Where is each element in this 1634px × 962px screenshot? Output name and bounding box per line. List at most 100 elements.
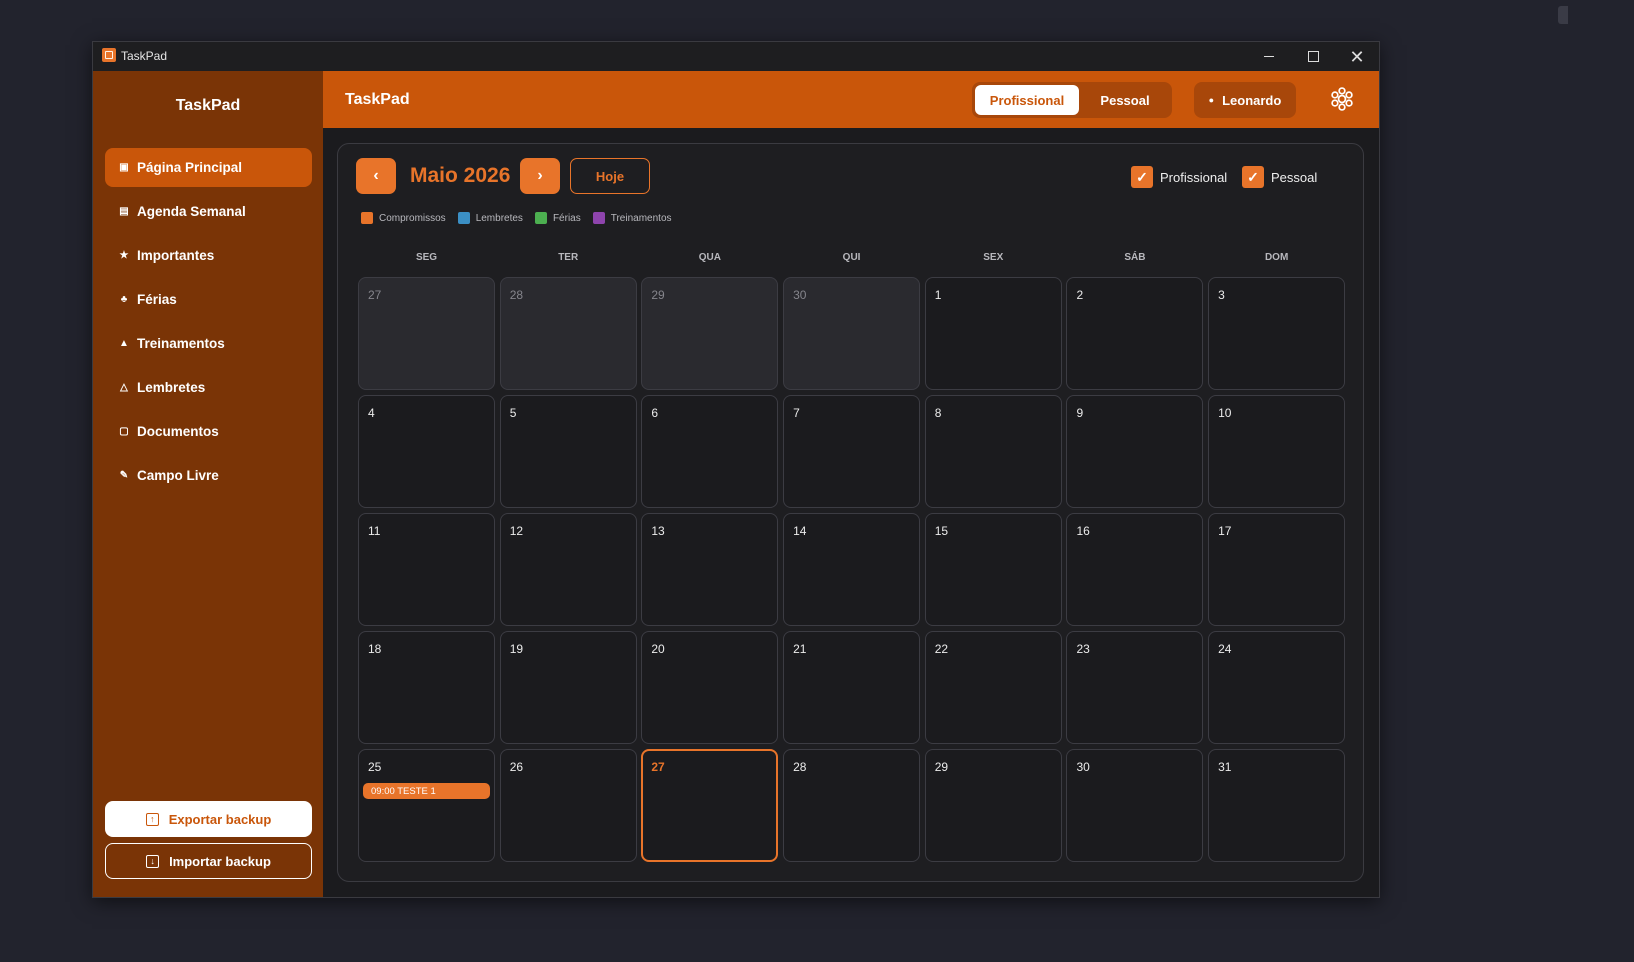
filter-profissional[interactable]: ✓ Profissional — [1131, 166, 1227, 188]
export-backup-button[interactable]: ↑ Exportar backup — [105, 801, 312, 837]
sidebar-title: TaskPad — [175, 97, 241, 114]
legend-item: Férias — [534, 212, 581, 224]
weekday-label: QUI — [842, 252, 861, 263]
weekday-label: TER — [558, 252, 579, 263]
filter-label: Profissional — [1160, 169, 1228, 185]
day-cell[interactable]: 8 — [924, 395, 1062, 508]
day-cell[interactable]: 17 — [1208, 513, 1346, 626]
day-cell[interactable]: 23 — [1066, 631, 1204, 744]
sidebar-nav: ▣ Página Principal ▤ Agenda Semanal ★ Importa… — [105, 148, 312, 500]
check-icon: ✓ — [1131, 166, 1153, 188]
minimize-button[interactable] — [1247, 42, 1291, 71]
calendar-icon: ▣ — [119, 162, 129, 173]
day-number: 5 — [509, 406, 517, 420]
day-cell[interactable]: 12 — [499, 513, 637, 626]
day-cell[interactable]: 29 — [641, 277, 779, 390]
weekday-label: DOM — [1264, 252, 1289, 263]
import-backup-button[interactable]: ↓ Importar backup — [105, 843, 312, 879]
legend-swatch — [534, 212, 547, 224]
day-number: 30 — [793, 288, 807, 302]
day-cell[interactable]: 25 09:00 TESTE 1 — [358, 749, 495, 862]
settings-gear-icon[interactable] — [1329, 86, 1355, 112]
user-icon: ● — [1208, 95, 1215, 105]
day-cell[interactable]: 9 — [1066, 395, 1204, 508]
app-icon — [102, 48, 116, 62]
day-number: 22 — [934, 642, 949, 656]
day-cell[interactable]: 29 — [924, 749, 1062, 862]
day-cell[interactable]: 16 — [1066, 513, 1204, 626]
sidebar-item-label: Agenda Semanal — [137, 204, 246, 219]
day-cell[interactable]: 27 — [358, 277, 495, 390]
user-button[interactable]: ● Leonardo — [1194, 82, 1296, 118]
legend-item: Lembretes — [457, 212, 523, 224]
day-cell[interactable]: 4 — [358, 395, 495, 508]
day-cell[interactable]: 28 — [499, 277, 637, 390]
day-cell[interactable]: 5 — [499, 395, 637, 508]
mode-pessoal-button[interactable]: Pessoal — [1082, 85, 1168, 115]
day-cell[interactable]: 15 — [924, 513, 1062, 626]
day-number: 16 — [1076, 524, 1090, 538]
prev-month-button[interactable]: ‹ — [356, 158, 396, 194]
sidebar-item-importantes[interactable]: ★ Importantes — [105, 236, 312, 275]
day-cell[interactable]: 19 — [499, 631, 637, 744]
day-number: 14 — [793, 524, 807, 538]
filter-label: Pessoal — [1271, 169, 1318, 185]
day-cell[interactable]: 31 — [1208, 749, 1346, 862]
day-cell[interactable]: 21 — [783, 631, 921, 744]
day-number: 2 — [1076, 288, 1084, 302]
day-cell[interactable]: 28 — [783, 749, 921, 862]
day-cell[interactable]: 6 — [641, 395, 779, 508]
day-cell[interactable]: 10 — [1208, 395, 1346, 508]
weekday-label: QUA — [698, 252, 721, 263]
next-month-button[interactable]: › — [520, 158, 560, 194]
close-button[interactable]: ✕ — [1335, 42, 1379, 71]
sidebar-item-lembretes[interactable]: △ Lembretes — [105, 368, 312, 407]
day-cell[interactable]: 20 — [641, 631, 779, 744]
check-icon: ✓ — [1242, 166, 1264, 188]
day-cell[interactable]: 24 — [1208, 631, 1346, 744]
sidebar-item-label: Documentos — [137, 424, 219, 439]
sidebar-item-pagina-principal[interactable]: ▣ Página Principal — [105, 148, 312, 187]
day-cell[interactable]: 30 — [783, 277, 921, 390]
day-cell[interactable]: 7 — [783, 395, 921, 508]
sidebar-item-agenda-semanal[interactable]: ▤ Agenda Semanal — [105, 192, 312, 231]
app-window: TaskPad ✕ TaskPad ▣ Página Principal ▤ Agen… — [92, 41, 1380, 898]
day-cell[interactable]: 11 — [358, 513, 495, 626]
day-cell-today[interactable]: 27 — [641, 749, 779, 862]
day-number: 24 — [1218, 642, 1232, 656]
sidebar-item-campo-livre[interactable]: ✎ Campo Livre — [105, 456, 312, 495]
month-title: Maio 2026 — [410, 164, 511, 187]
day-number: 3 — [1218, 288, 1225, 302]
sidebar-item-documentos[interactable]: ▢ Documentos — [105, 412, 312, 451]
day-cell[interactable]: 22 — [924, 631, 1062, 744]
day-cell[interactable]: 18 — [358, 631, 495, 744]
day-cell[interactable]: 3 — [1208, 277, 1346, 390]
day-number: 21 — [793, 642, 807, 656]
sidebar-item-label: Lembretes — [137, 380, 206, 395]
day-number: 30 — [1076, 760, 1090, 774]
day-cell[interactable]: 1 — [924, 277, 1062, 390]
day-number: 9 — [1076, 406, 1084, 420]
sidebar-item-label: Importantes — [137, 248, 215, 263]
day-cell[interactable]: 30 — [1066, 749, 1204, 862]
event-chip[interactable]: 09:00 TESTE 1 — [363, 783, 490, 799]
sidebar-item-label: Férias — [137, 292, 177, 307]
sidebar-item-ferias[interactable]: ♣ Férias — [105, 280, 312, 319]
legend-label: Compromissos — [379, 212, 446, 224]
minimize-icon — [1264, 56, 1274, 57]
day-cell[interactable]: 14 — [783, 513, 921, 626]
filter-pessoal[interactable]: ✓ Pessoal — [1242, 166, 1317, 188]
legend-item: Treinamentos — [592, 212, 672, 224]
export-backup-label: Exportar backup — [168, 811, 272, 827]
bell-icon: △ — [120, 382, 128, 393]
mode-profissional-button[interactable]: Profissional — [975, 85, 1079, 115]
day-cell[interactable]: 2 — [1066, 277, 1204, 390]
legend-label: Treinamentos — [610, 212, 672, 224]
day-cell[interactable]: 13 — [641, 513, 779, 626]
day-cell[interactable]: 26 — [499, 749, 637, 862]
upload-icon: ↑ — [145, 812, 159, 826]
sidebar-item-label: Página Principal — [137, 160, 243, 175]
sidebar-item-treinamentos[interactable]: ▲ Treinamentos — [105, 324, 312, 363]
today-button[interactable]: Hoje — [570, 158, 650, 194]
maximize-button[interactable] — [1291, 42, 1335, 71]
